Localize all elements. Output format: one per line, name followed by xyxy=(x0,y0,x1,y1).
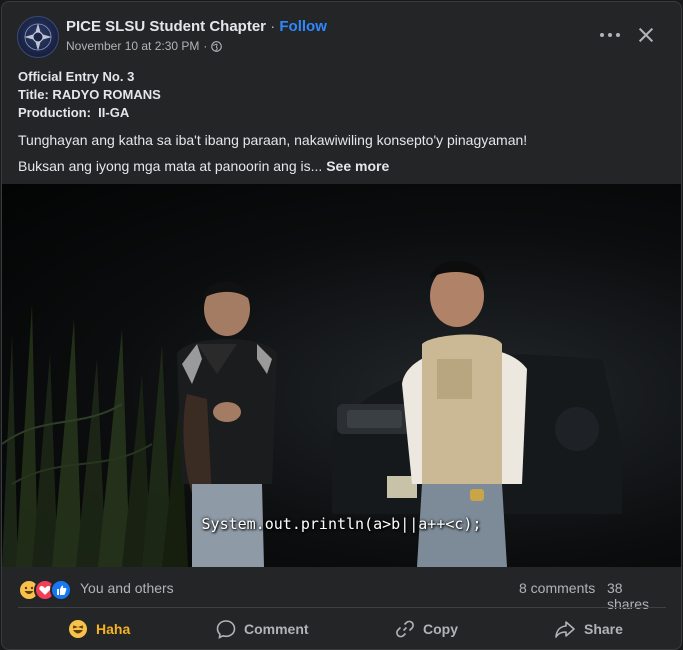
page-avatar[interactable] xyxy=(17,16,59,58)
globe-icon[interactable] xyxy=(211,40,223,52)
action-bar: Haha Comment Copy Share xyxy=(2,612,681,646)
chapter-logo-icon xyxy=(24,23,52,51)
comment-icon xyxy=(216,620,236,639)
truncated-text: Buksan ang iyong mga mata at panoorin an… xyxy=(18,158,323,174)
link-icon xyxy=(396,620,414,638)
more-dot-icon xyxy=(616,33,620,37)
more-dot-icon xyxy=(608,33,612,37)
haha-icon xyxy=(69,620,87,638)
comments-count[interactable]: 8 comments xyxy=(519,580,595,596)
haha-button[interactable]: Haha xyxy=(68,612,130,646)
comment-button[interactable]: Comment xyxy=(216,612,309,646)
more-options-button[interactable] xyxy=(598,25,622,45)
meta-separator: · xyxy=(203,39,208,53)
follow-button[interactable]: Follow xyxy=(279,18,327,35)
close-icon[interactable] xyxy=(636,25,656,45)
post-meta: November 10 at 2:30 PM · xyxy=(66,39,223,53)
share-label: Share xyxy=(584,621,623,637)
post-text: Official Entry No. 3 Title: RADYO ROMANS… xyxy=(18,68,668,175)
post-header: PICE SLSU Student Chapter · Follow Novem… xyxy=(2,2,681,60)
title-line: Title: RADYO ROMANS xyxy=(18,87,161,102)
more-dot-icon xyxy=(600,33,604,37)
post-paragraph-truncated: Buksan ang iyong mga mata at panoorin an… xyxy=(18,157,668,175)
name-separator: · xyxy=(266,18,280,35)
production-line: Production: II-GA xyxy=(18,105,130,120)
page-name-link[interactable]: PICE SLSU Student Chapter xyxy=(66,18,266,35)
post-card: PICE SLSU Student Chapter · Follow Novem… xyxy=(1,1,682,650)
share-button[interactable]: Share xyxy=(554,612,623,646)
page-name-line: PICE SLSU Student Chapter · Follow xyxy=(66,18,327,35)
video-frame xyxy=(2,260,622,567)
video-player[interactable]: System.out.println(a>b||a++<c); xyxy=(2,184,681,567)
comment-label: Comment xyxy=(244,621,309,637)
see-more-link[interactable]: See more xyxy=(326,158,389,174)
post-timestamp[interactable]: November 10 at 2:30 PM xyxy=(66,39,199,53)
reactions-summary: You and others 8 comments 38 shares xyxy=(18,574,666,612)
copy-button[interactable]: Copy xyxy=(395,612,458,646)
copy-label: Copy xyxy=(423,621,458,637)
video-subtitle: System.out.println(a>b||a++<c); xyxy=(201,515,482,533)
haha-label: Haha xyxy=(96,621,131,637)
reaction-summary-text[interactable]: You and others xyxy=(80,580,174,596)
share-icon xyxy=(555,621,575,638)
divider xyxy=(18,607,666,608)
reaction-icons[interactable] xyxy=(18,579,78,601)
post-paragraph: Tunghayan ang katha sa iba't ibang paraa… xyxy=(18,132,528,148)
like-reaction-icon xyxy=(50,579,72,601)
entry-line: Official Entry No. 3 xyxy=(18,69,135,84)
